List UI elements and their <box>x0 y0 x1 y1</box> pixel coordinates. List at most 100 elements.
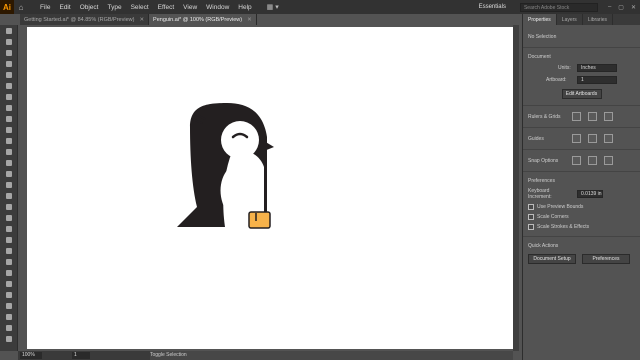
arrange-documents-icon[interactable]: ▦ ▾ <box>267 3 279 11</box>
snap-to-point-icon[interactable] <box>572 156 581 165</box>
scale-strokes-checkbox[interactable] <box>528 224 534 230</box>
tab-label: Getting Started.ai* @ 84.85% (RGB/Previe… <box>24 16 135 23</box>
perspective-grid-tool-icon[interactable] <box>0 212 18 223</box>
grid-icon[interactable] <box>588 112 597 121</box>
vertical-scrollbar[interactable] <box>513 25 519 351</box>
artboard-tool-icon[interactable] <box>0 289 18 300</box>
home-icon[interactable]: ⌂ <box>14 0 28 14</box>
scale-corners-checkbox[interactable] <box>528 214 534 220</box>
scale-corners-label: Scale Corners <box>537 214 569 220</box>
shape-builder-tool-icon[interactable] <box>0 201 18 212</box>
transparency-grid-icon[interactable] <box>604 112 613 121</box>
curvature-tool-icon[interactable] <box>0 80 18 91</box>
artboard-select[interactable]: 1 <box>577 76 617 84</box>
lock-guides-icon[interactable] <box>588 134 597 143</box>
menu-bar: Ai ⌂ File Edit Object Type Select Effect… <box>0 0 640 14</box>
horizontal-scrollbar[interactable] <box>150 351 513 360</box>
artboard-canvas[interactable] <box>27 27 513 349</box>
close-tab-icon[interactable]: ✕ <box>139 17 144 23</box>
menu-window[interactable]: Window <box>206 4 229 11</box>
menu-list: File Edit Object Type Select Effect View… <box>40 4 261 11</box>
menu-select[interactable]: Select <box>131 4 149 11</box>
menu-edit[interactable]: Edit <box>59 4 70 11</box>
document-tabs: Getting Started.ai* @ 84.85% (RGB/Previe… <box>20 14 257 25</box>
pen-tool-icon[interactable] <box>0 69 18 80</box>
no-selection-label: No Selection <box>528 34 557 40</box>
rulers-grids-label: Rulers & Grids <box>528 113 561 120</box>
guides-label: Guides <box>528 135 544 142</box>
penguin-foot[interactable] <box>248 211 271 229</box>
maximize-icon[interactable]: ▢ <box>618 4 624 11</box>
quick-actions-title: Quick Actions <box>528 243 559 249</box>
menu-type[interactable]: Type <box>107 4 121 11</box>
use-preview-bounds-checkbox[interactable] <box>528 204 534 210</box>
minimize-icon[interactable]: – <box>608 4 611 11</box>
tab-layers[interactable]: Layers <box>557 14 583 25</box>
slice-tool-icon[interactable] <box>0 300 18 311</box>
type-tool-icon[interactable] <box>0 91 18 102</box>
keyboard-increment-input[interactable]: 0.0139 in <box>577 190 603 198</box>
direct-selection-tool-icon[interactable] <box>0 36 18 47</box>
tab-label: Penguin.ai* @ 100% (RGB/Preview) <box>153 16 243 23</box>
workspace-switcher[interactable]: Essentials <box>479 4 506 10</box>
rectangle-tool-icon[interactable] <box>0 113 18 124</box>
properties-panel: Properties Layers Libraries No Selection… <box>522 14 640 360</box>
eraser-tool-icon[interactable] <box>0 146 18 157</box>
smart-guides-icon[interactable] <box>604 134 613 143</box>
scale-tool-icon[interactable] <box>0 168 18 179</box>
menu-object[interactable]: Object <box>80 4 99 11</box>
close-window-icon[interactable]: ✕ <box>631 4 636 11</box>
edit-artboards-button[interactable]: Edit Artboards <box>561 89 602 99</box>
tab-getting-started[interactable]: Getting Started.ai* @ 84.85% (RGB/Previe… <box>20 14 150 25</box>
ruler-icon[interactable] <box>572 112 581 121</box>
shaper-tool-icon[interactable] <box>0 135 18 146</box>
eyedropper-tool-icon[interactable] <box>0 245 18 256</box>
zoom-tool-icon[interactable] <box>0 322 18 333</box>
lasso-tool-icon[interactable] <box>0 58 18 69</box>
menu-effect[interactable]: Effect <box>158 4 175 11</box>
width-tool-icon[interactable] <box>0 179 18 190</box>
close-tab-icon[interactable]: ✕ <box>247 17 252 23</box>
preferences-section-title: Preferences <box>528 178 555 184</box>
tab-properties[interactable]: Properties <box>523 14 557 25</box>
menu-file[interactable]: File <box>40 4 50 11</box>
use-preview-bounds-label: Use Preview Bounds <box>537 204 584 210</box>
snap-to-pixel-icon[interactable] <box>588 156 597 165</box>
penguin-artwork[interactable] <box>27 27 513 349</box>
units-select[interactable]: Inches <box>577 64 617 72</box>
symbol-sprayer-tool-icon[interactable] <box>0 267 18 278</box>
status-bar: 100% 1 <box>18 351 150 360</box>
tools-panel <box>0 25 18 351</box>
menu-help[interactable]: Help <box>238 4 251 11</box>
artboard-label: Artboard: <box>546 77 567 83</box>
status-mode-label[interactable]: Toggle Selection <box>150 351 187 360</box>
document-section-title: Document <box>528 54 551 60</box>
magic-wand-tool-icon[interactable] <box>0 47 18 58</box>
scale-strokes-label: Scale Strokes & Effects <box>537 224 590 230</box>
stock-search-input[interactable]: Search Adobe Stock <box>519 2 598 12</box>
tab-libraries[interactable]: Libraries <box>583 14 613 25</box>
snap-to-grid-icon[interactable] <box>604 156 613 165</box>
units-label: Units: <box>558 65 571 71</box>
menu-view[interactable]: View <box>183 4 197 11</box>
app-logo: Ai <box>0 0 14 14</box>
selection-tool-icon[interactable] <box>0 25 18 36</box>
hand-tool-icon[interactable] <box>0 311 18 322</box>
paintbrush-tool-icon[interactable] <box>0 124 18 135</box>
gradient-tool-icon[interactable] <box>0 234 18 245</box>
zoom-field[interactable]: 100% <box>20 352 42 359</box>
line-tool-icon[interactable] <box>0 102 18 113</box>
rotate-tool-icon[interactable] <box>0 157 18 168</box>
penguin-beak <box>264 141 274 151</box>
fill-stroke-icon[interactable] <box>0 333 18 344</box>
tab-penguin[interactable]: Penguin.ai* @ 100% (RGB/Preview) ✕ <box>149 14 257 25</box>
blend-tool-icon[interactable] <box>0 256 18 267</box>
free-transform-tool-icon[interactable] <box>0 190 18 201</box>
snap-options-label: Snap Options <box>528 157 559 164</box>
show-guides-icon[interactable] <box>572 134 581 143</box>
document-setup-button[interactable]: Document Setup <box>528 254 576 264</box>
artboard-number-field[interactable]: 1 <box>72 352 90 359</box>
preferences-button[interactable]: Preferences <box>582 254 630 264</box>
mesh-tool-icon[interactable] <box>0 223 18 234</box>
column-graph-tool-icon[interactable] <box>0 278 18 289</box>
